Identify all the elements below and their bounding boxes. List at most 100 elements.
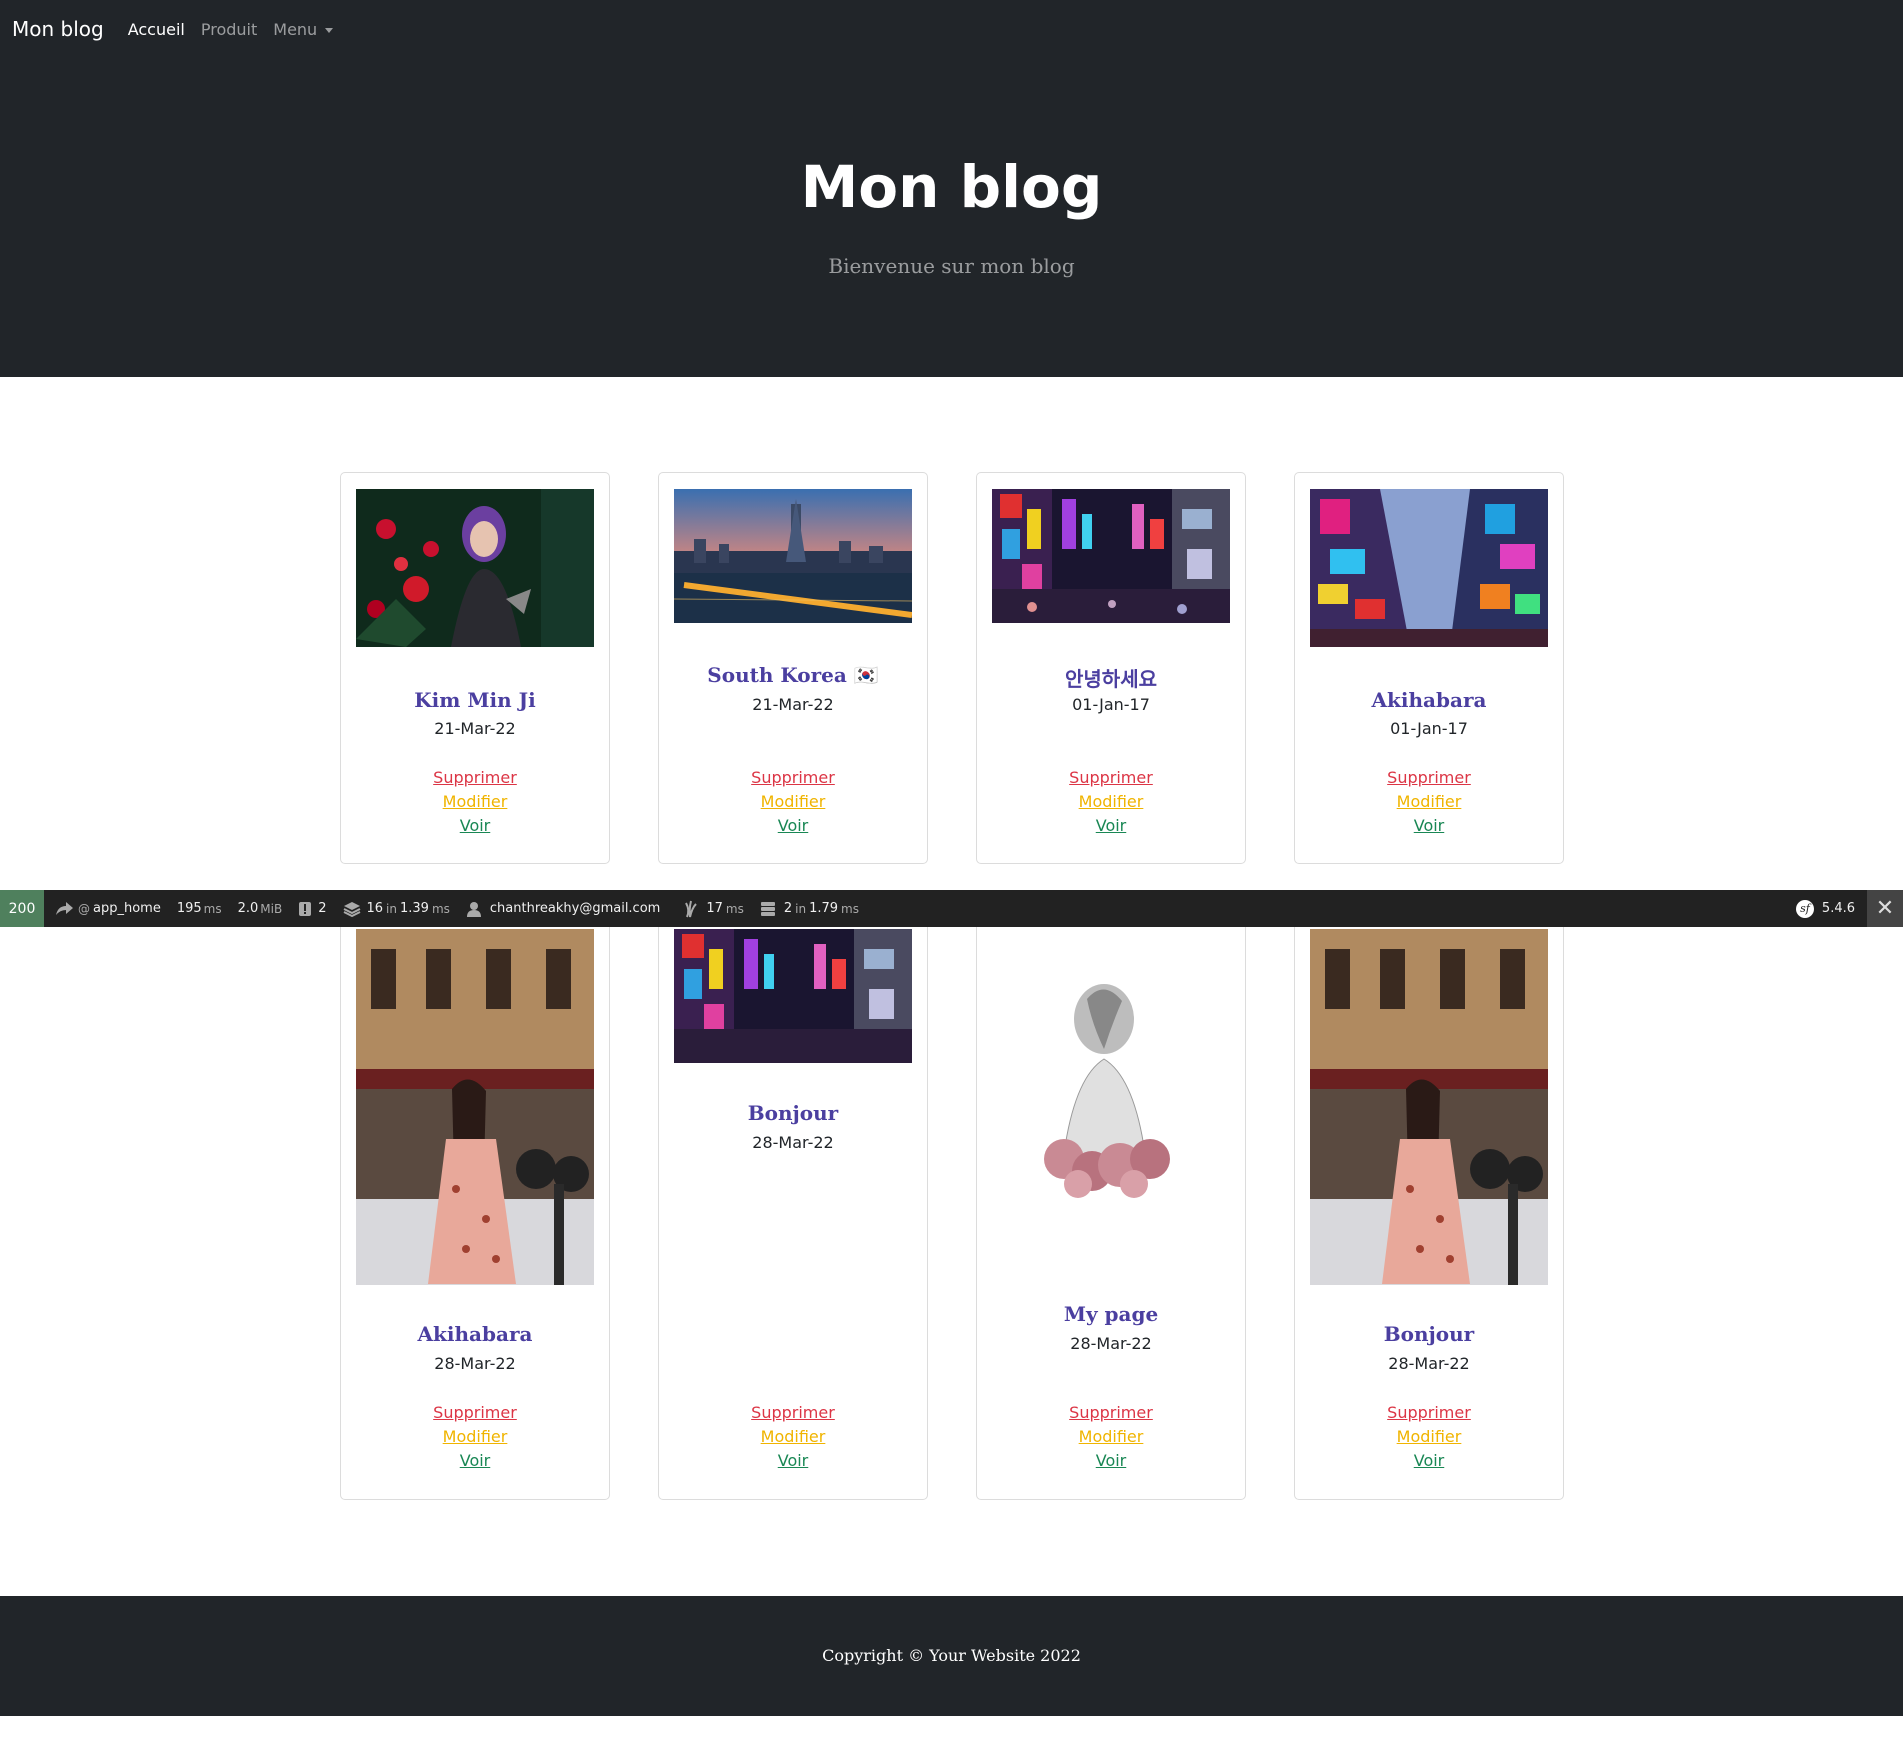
nav-link-accueil[interactable]: Accueil bbox=[128, 20, 185, 39]
view-link[interactable]: Voir bbox=[659, 816, 927, 835]
card-date: 21-Mar-22 bbox=[752, 695, 834, 714]
cache-in: in bbox=[386, 901, 397, 916]
route-panel[interactable]: @ app_home bbox=[54, 901, 161, 917]
logs-count: 2 bbox=[318, 901, 327, 916]
post-card: Bonjour 28-Mar-22 Supprimer Modifier Voi… bbox=[1294, 905, 1564, 1500]
db-time: 1.79 bbox=[809, 901, 839, 916]
delete-link[interactable]: Supprimer bbox=[659, 768, 927, 787]
view-link[interactable]: Voir bbox=[977, 1451, 1245, 1470]
delete-link[interactable]: Supprimer bbox=[659, 1403, 927, 1422]
nav-link-produit[interactable]: Produit bbox=[201, 20, 257, 39]
database-icon bbox=[760, 901, 775, 916]
card-date: 28-Mar-22 bbox=[752, 1133, 834, 1152]
debug-toolbar: 200 @ app_home 195 ms 2.0 MiB 2 16 in 1.… bbox=[0, 890, 1903, 927]
woman-street-image bbox=[1310, 929, 1548, 1285]
cache-count: 16 bbox=[366, 901, 384, 916]
card-title[interactable]: Bonjour bbox=[659, 1101, 927, 1125]
delete-link[interactable]: Supprimer bbox=[341, 1403, 609, 1422]
db-in: in bbox=[795, 901, 807, 916]
post-card: Kim Min Ji 21-Mar-22 Supprimer Modifier … bbox=[340, 472, 610, 864]
page-subtitle: Bienvenue sur mon blog bbox=[828, 254, 1075, 278]
card-title[interactable]: My page bbox=[977, 1302, 1245, 1326]
page-title: Mon blog bbox=[800, 153, 1103, 221]
cache-time: 1.39 bbox=[400, 901, 429, 916]
card-date: 28-Mar-22 bbox=[1388, 1354, 1470, 1373]
time-unit: ms bbox=[203, 901, 222, 916]
neon-street-image bbox=[992, 489, 1230, 623]
warning-icon bbox=[299, 901, 312, 916]
view-link[interactable]: Voir bbox=[341, 816, 609, 835]
memory-value: 2.0 bbox=[237, 901, 259, 916]
route-name: app_home bbox=[93, 901, 161, 916]
card-date: 01-Jan-17 bbox=[1072, 695, 1150, 714]
chevron-down-icon bbox=[325, 27, 334, 33]
sketch-flowers-image bbox=[992, 929, 1230, 1239]
copyright-text: Copyright © Your Website 2022 bbox=[822, 1646, 1081, 1665]
layers-icon bbox=[343, 901, 360, 917]
seoul-skyline-image bbox=[674, 489, 912, 623]
twig-unit: ms bbox=[725, 901, 744, 916]
edit-link[interactable]: Modifier bbox=[977, 1427, 1245, 1446]
db-count: 2 bbox=[783, 901, 793, 916]
edit-link[interactable]: Modifier bbox=[1295, 1427, 1563, 1446]
toolbar-right: sf 5.4.6 ✕ bbox=[1795, 890, 1903, 927]
twig-icon bbox=[685, 900, 698, 917]
navbar-brand[interactable]: Mon blog bbox=[12, 17, 104, 41]
view-link[interactable]: Voir bbox=[1295, 1451, 1563, 1470]
symfony-logo-icon: sf bbox=[1795, 899, 1814, 918]
card-date: 01-Jan-17 bbox=[1390, 719, 1468, 738]
edit-link[interactable]: Modifier bbox=[341, 792, 609, 811]
card-title[interactable]: Bonjour bbox=[1295, 1322, 1563, 1346]
navbar: Mon blog Accueil Produit Menu bbox=[0, 0, 1903, 58]
user-email: chanthreakhy@gmail.com bbox=[489, 901, 661, 916]
footer: Copyright © Your Website 2022 bbox=[0, 1596, 1903, 1716]
post-card: South Korea 🇰🇷 21-Mar-22 Supprimer Modif… bbox=[658, 472, 928, 864]
user-icon bbox=[466, 901, 481, 917]
edit-link[interactable]: Modifier bbox=[1295, 792, 1563, 811]
view-link[interactable]: Voir bbox=[977, 816, 1245, 835]
delete-link[interactable]: Supprimer bbox=[1295, 768, 1563, 787]
redirect-arrow-icon bbox=[56, 901, 73, 915]
nav-menu-label: Menu bbox=[273, 19, 318, 39]
card-title[interactable]: Akihabara bbox=[341, 1322, 609, 1346]
status-code-badge[interactable]: 200 bbox=[0, 890, 44, 927]
cache-panel[interactable]: 16 in 1.39 ms bbox=[343, 901, 450, 917]
hero-header: Mon blog Bienvenue sur mon blog bbox=[0, 58, 1903, 377]
db-unit: ms bbox=[841, 901, 859, 916]
time-panel[interactable]: 195 ms bbox=[177, 901, 222, 916]
card-title[interactable]: Akihabara bbox=[1295, 688, 1563, 712]
delete-link[interactable]: Supprimer bbox=[1295, 1403, 1563, 1422]
post-card: Akihabara 01-Jan-17 Supprimer Modifier V… bbox=[1294, 472, 1564, 864]
memory-panel[interactable]: 2.0 MiB bbox=[238, 901, 283, 916]
twig-panel[interactable]: 17 ms bbox=[684, 900, 744, 918]
nav-dropdown-menu[interactable]: Menu bbox=[273, 19, 334, 39]
twig-time: 17 bbox=[706, 901, 723, 916]
card-title[interactable]: 안녕하세요 bbox=[977, 663, 1245, 692]
symfony-version[interactable]: 5.4.6 bbox=[1822, 901, 1855, 916]
edit-link[interactable]: Modifier bbox=[659, 1427, 927, 1446]
delete-link[interactable]: Supprimer bbox=[341, 768, 609, 787]
edit-link[interactable]: Modifier bbox=[977, 792, 1245, 811]
delete-link[interactable]: Supprimer bbox=[977, 1403, 1245, 1422]
edit-link[interactable]: Modifier bbox=[341, 1427, 609, 1446]
view-link[interactable]: Voir bbox=[1295, 816, 1563, 835]
card-title[interactable]: Kim Min Ji bbox=[341, 688, 609, 712]
post-card: 안녕하세요 01-Jan-17 Supprimer Modifier Voir bbox=[976, 472, 1246, 864]
portrait-roses-image bbox=[356, 489, 594, 647]
card-title[interactable]: South Korea 🇰🇷 bbox=[659, 663, 927, 687]
cache-unit: ms bbox=[431, 901, 450, 916]
delete-link[interactable]: Supprimer bbox=[977, 768, 1245, 787]
edit-link[interactable]: Modifier bbox=[659, 792, 927, 811]
view-link[interactable]: Voir bbox=[659, 1451, 927, 1470]
neon-street-image bbox=[674, 929, 912, 1063]
time-value: 195 bbox=[176, 901, 202, 916]
card-date: 28-Mar-22 bbox=[434, 1354, 516, 1373]
post-card: My page 28-Mar-22 Supprimer Modifier Voi… bbox=[976, 905, 1246, 1500]
database-panel[interactable]: 2 in 1.79 ms bbox=[760, 901, 859, 917]
akihabara-street-image bbox=[1310, 489, 1548, 647]
close-icon[interactable]: ✕ bbox=[1867, 890, 1903, 927]
logs-panel[interactable]: 2 bbox=[298, 901, 327, 917]
security-panel[interactable]: chanthreakhy@gmail.com bbox=[466, 901, 660, 917]
post-card: Akihabara 28-Mar-22 Supprimer Modifier V… bbox=[340, 905, 610, 1500]
view-link[interactable]: Voir bbox=[341, 1451, 609, 1470]
